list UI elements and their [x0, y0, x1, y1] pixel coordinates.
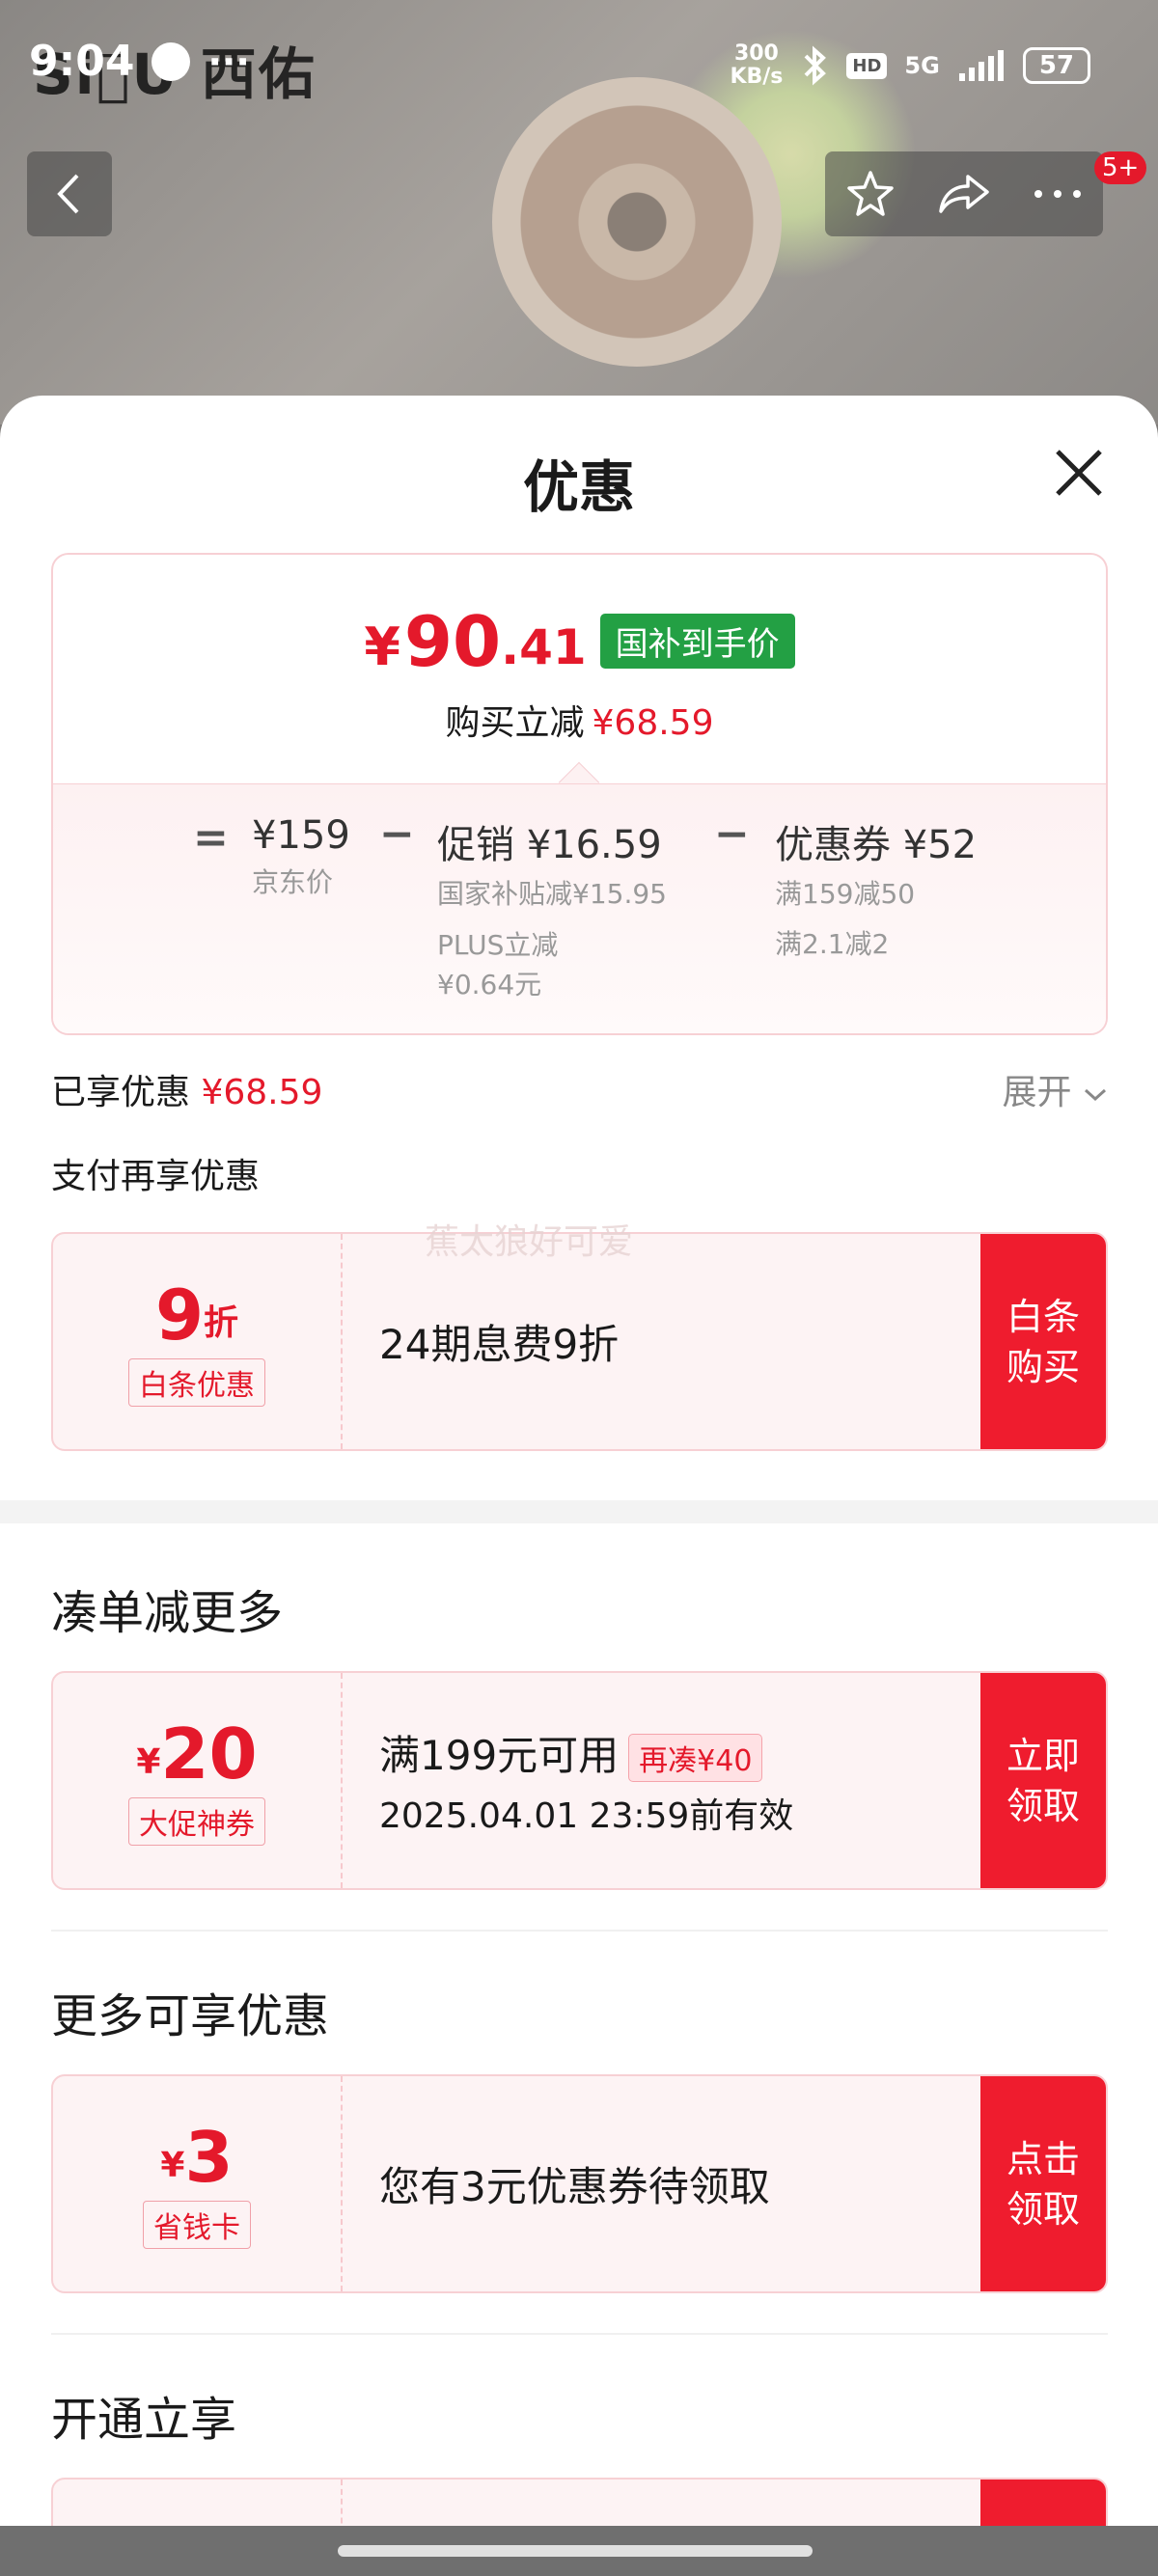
expand-button[interactable]: 展开 — [1003, 1064, 1108, 1114]
app-notification-icon — [152, 41, 191, 81]
saving-card-amount: 3 — [184, 2116, 234, 2198]
jd-price-column: ¥159 京东价 — [252, 813, 350, 902]
baitiao-discount-amount: 9 — [154, 1274, 205, 1356]
instant-saving-amount: ¥68.59 — [592, 703, 714, 743]
coupon-divider — [341, 2076, 343, 2291]
baitiao-buy-line1: 白条 — [1006, 1295, 1080, 1338]
promo-coupon-name: 大促神券 — [128, 1796, 265, 1846]
coupon-divider — [341, 1234, 343, 1449]
pay-more-label: 支付再享优惠 — [51, 1157, 261, 1196]
promo-coupon-card: ¥ 20 大促神券 满199元可用 再凑¥40 2025.04.01 23:59前… — [51, 1671, 1108, 1890]
coupon-condition-2: 满2.1减2 — [775, 928, 890, 960]
saving-card-claim-line1: 点击 — [1006, 2137, 1080, 2180]
national-subsidy-line: 国家补贴减¥15.95 — [437, 878, 667, 910]
final-price-integer: 90 — [403, 601, 502, 682]
section-title-more-reduce: 凑单减更多 — [51, 1586, 284, 1640]
more-notifications-icon: ··· — [207, 40, 250, 83]
home-gesture-handle[interactable] — [338, 2545, 813, 2557]
promo-coupon-condition: 满199元可用 — [379, 1731, 620, 1779]
coupon-condition-1: 满159减50 — [775, 878, 916, 910]
final-price: ¥ 90 .41 — [364, 603, 586, 680]
coupon-divider — [341, 1673, 343, 1888]
sheet-title: 优惠 — [522, 454, 635, 520]
share-icon[interactable] — [935, 167, 993, 221]
top-toolbar — [825, 151, 1103, 236]
price-breakdown: = ¥159 京东价 − 促销 ¥16.59 国家补贴减¥15.95 PLUS立… — [53, 783, 1106, 1033]
section-title-open: 开通立享 — [51, 2393, 237, 2447]
message-count-badge: 5+ — [1094, 151, 1147, 184]
equals-sign: = — [193, 813, 229, 863]
instant-saving: 购买立减 ¥68.59 — [53, 695, 1106, 745]
chevron-down-icon — [1084, 1088, 1107, 1102]
promotion-column: 促销 ¥16.59 国家补贴减¥15.95 PLUS立减 ¥0.64元 — [437, 813, 667, 1004]
bluetooth-icon — [804, 45, 827, 86]
section-divider — [51, 2333, 1108, 2335]
expand-label: 展开 — [1002, 1073, 1072, 1112]
final-price-decimal: .41 — [501, 619, 587, 675]
battery-icon: 57 — [1022, 47, 1090, 84]
final-price-currency: ¥ — [364, 617, 400, 677]
minus-sign-1: − — [379, 809, 415, 859]
section-gap — [0, 1500, 1158, 1523]
status-bar: Si U 西佑 9:04 ··· 300 KB/s HD 5G 57 — [0, 0, 1158, 145]
promo-coupon-amount: 20 — [160, 1713, 258, 1795]
signal-5g-icon: 5G — [904, 52, 940, 79]
baitiao-buy-button[interactable]: 白条 购买 — [980, 1234, 1106, 1449]
applied-discount-amount: ¥68.59 — [201, 1073, 323, 1112]
claim-coupon-line1: 立即 — [1006, 1734, 1080, 1777]
more-icon[interactable] — [1031, 184, 1085, 204]
saving-card-claim-line2: 领取 — [1006, 2187, 1080, 2231]
saving-card-left: ¥ 3 省钱卡 — [53, 2076, 341, 2291]
subsidy-price-tag: 国补到手价 — [599, 614, 795, 669]
network-speed: 300 KB/s — [730, 42, 783, 89]
promo-coupon-left: ¥ 20 大促神券 — [53, 1673, 341, 1888]
instant-saving-label: 购买立减 — [445, 703, 585, 743]
saving-card-offer: ¥ 3 省钱卡 您有3元优惠券待领取 点击 领取 — [51, 2074, 1108, 2293]
plus-discount-amount: ¥0.64元 — [437, 969, 542, 1000]
clock: 9:04 — [29, 37, 135, 86]
claim-coupon-button[interactable]: 立即 领取 — [980, 1673, 1106, 1888]
saving-card-desc: 您有3元优惠券待领取 — [379, 2163, 770, 2210]
claim-coupon-line2: 领取 — [1006, 1784, 1080, 1827]
applied-discount-label: 已享优惠 — [51, 1073, 191, 1112]
promo-coupon-currency: ¥ — [136, 1741, 161, 1782]
jd-price-label: 京东价 — [252, 866, 334, 898]
network-speed-unit: KB/s — [730, 65, 784, 89]
baitiao-offer-desc-wrap: 24期息费9折 — [379, 1234, 619, 1449]
baitiao-discount-unit: 折 — [204, 1302, 239, 1343]
promo-coupon-expiry: 2025.04.01 23:59前有效 — [379, 1796, 794, 1837]
signal-strength-icon — [958, 50, 1004, 81]
section-divider — [51, 1930, 1108, 1932]
promo-coupon-info: 满199元可用 再凑¥40 2025.04.01 23:59前有效 — [379, 1673, 793, 1888]
star-icon[interactable] — [843, 167, 897, 221]
minus-sign-2: − — [714, 809, 750, 859]
plus-discount-line: PLUS立减 — [437, 929, 559, 961]
back-button[interactable] — [27, 151, 112, 236]
baitiao-offer-desc: 24期息费9折 — [379, 1321, 620, 1368]
saving-card-currency: ¥ — [160, 2145, 185, 2185]
baitiao-offer-left: 9 折 白条优惠 — [53, 1234, 341, 1449]
hd-icon: HD — [846, 52, 888, 79]
saving-card-name: 省钱卡 — [143, 2200, 251, 2249]
jd-price-amount: ¥159 — [252, 813, 350, 858]
discount-sheet: 优惠 ¥ 90 .41 国补到手价 购买立减¥68.59 = ¥159 京东价 — [0, 396, 1158, 2576]
section-title-more-offers: 更多可享优惠 — [51, 1989, 330, 2043]
coupon-column: 优惠券 ¥52 满159减50 满2.1减2 — [775, 813, 977, 964]
promo-coupon-gap-tag: 再凑¥40 — [628, 1734, 763, 1783]
price-summary-card: ¥ 90 .41 国补到手价 购买立减 ¥68.59 = ¥159 京东价 − 促… — [51, 553, 1108, 1035]
saving-card-claim-button[interactable]: 点击 领取 — [980, 2076, 1106, 2291]
network-speed-value: 300 — [733, 41, 779, 66]
saving-card-desc-wrap: 您有3元优惠券待领取 — [379, 2076, 770, 2291]
coupon-amount: 优惠券 ¥52 — [775, 823, 978, 867]
applied-discount: 已享优惠 ¥68.59 — [51, 1064, 322, 1114]
close-icon[interactable] — [1052, 446, 1106, 500]
promotion-amount: 促销 ¥16.59 — [437, 823, 662, 867]
watermark-text: 蕉太狼好可爱 — [425, 1222, 634, 1262]
baitiao-offer-card: 9 折 白条优惠 24期息费9折 白条 购买 — [51, 1232, 1108, 1451]
baitiao-offer-name: 白条优惠 — [128, 1357, 265, 1407]
baitiao-buy-line2: 购买 — [1006, 1345, 1080, 1388]
chevron-left-icon — [57, 174, 79, 214]
